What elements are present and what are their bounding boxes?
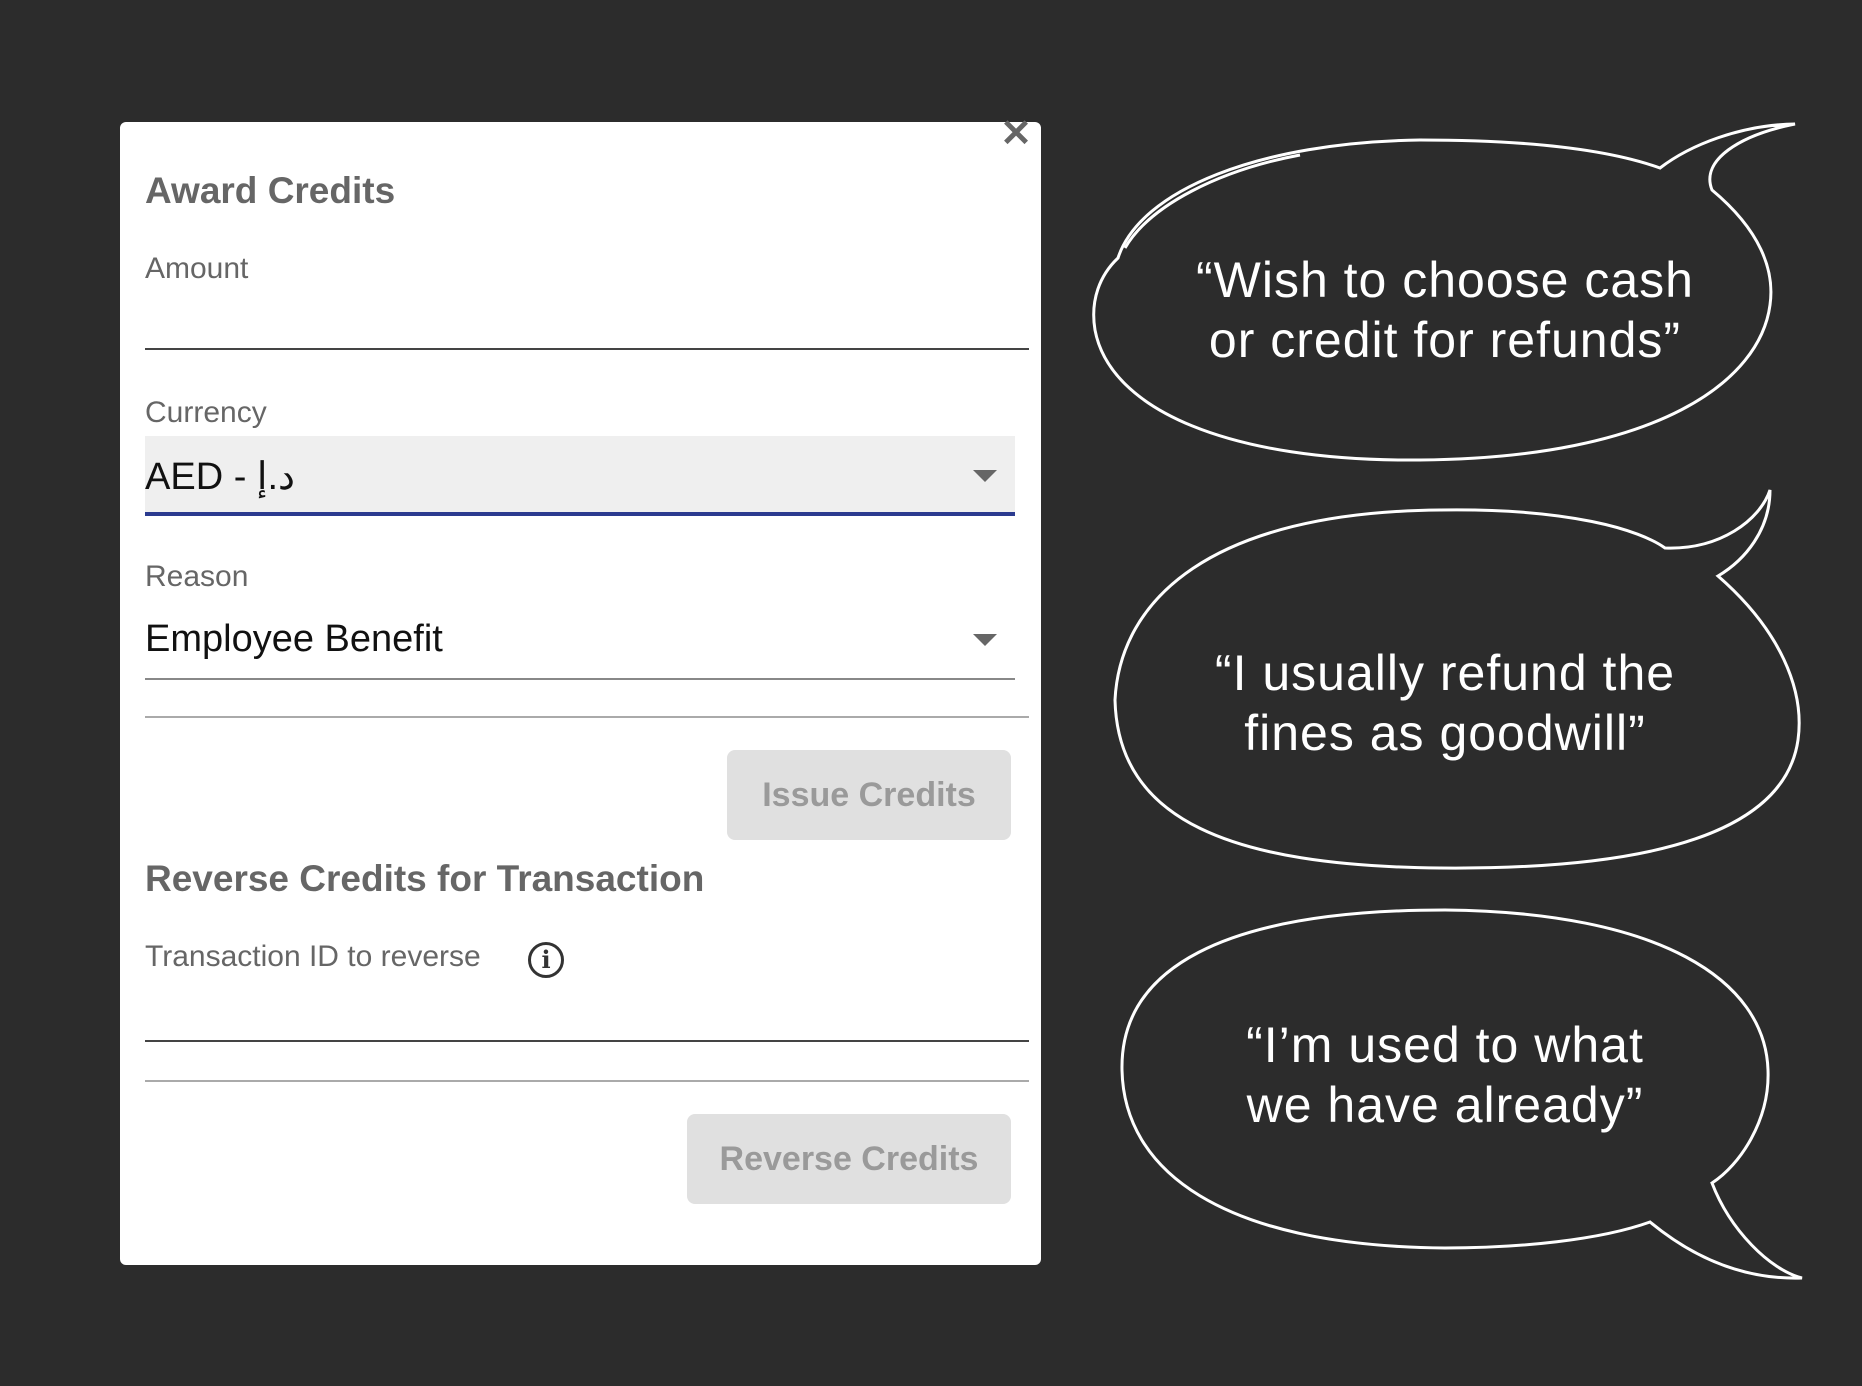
speech-bubble-2-line1: “I usually refund the	[1214, 645, 1676, 701]
speech-bubble-3-text: “I’m used to what we have already”	[1150, 1015, 1740, 1135]
speech-bubble-3-line2: we have already”	[1246, 1077, 1644, 1133]
speech-bubble-1-extra-stroke	[1123, 153, 1301, 249]
speech-bubble-2-text: “I usually refund the fines as goodwill”	[1150, 643, 1740, 763]
speech-bubble-1-line1: “Wish to choose cash	[1196, 252, 1694, 308]
speech-bubble-2-line2: fines as goodwill”	[1244, 705, 1646, 761]
speech-bubble-3-line1: “I’m used to what	[1246, 1017, 1644, 1073]
speech-bubble-1-line2: or credit for refunds”	[1208, 312, 1682, 368]
speech-bubble-1-text: “Wish to choose cash or credit for refun…	[1150, 250, 1740, 370]
